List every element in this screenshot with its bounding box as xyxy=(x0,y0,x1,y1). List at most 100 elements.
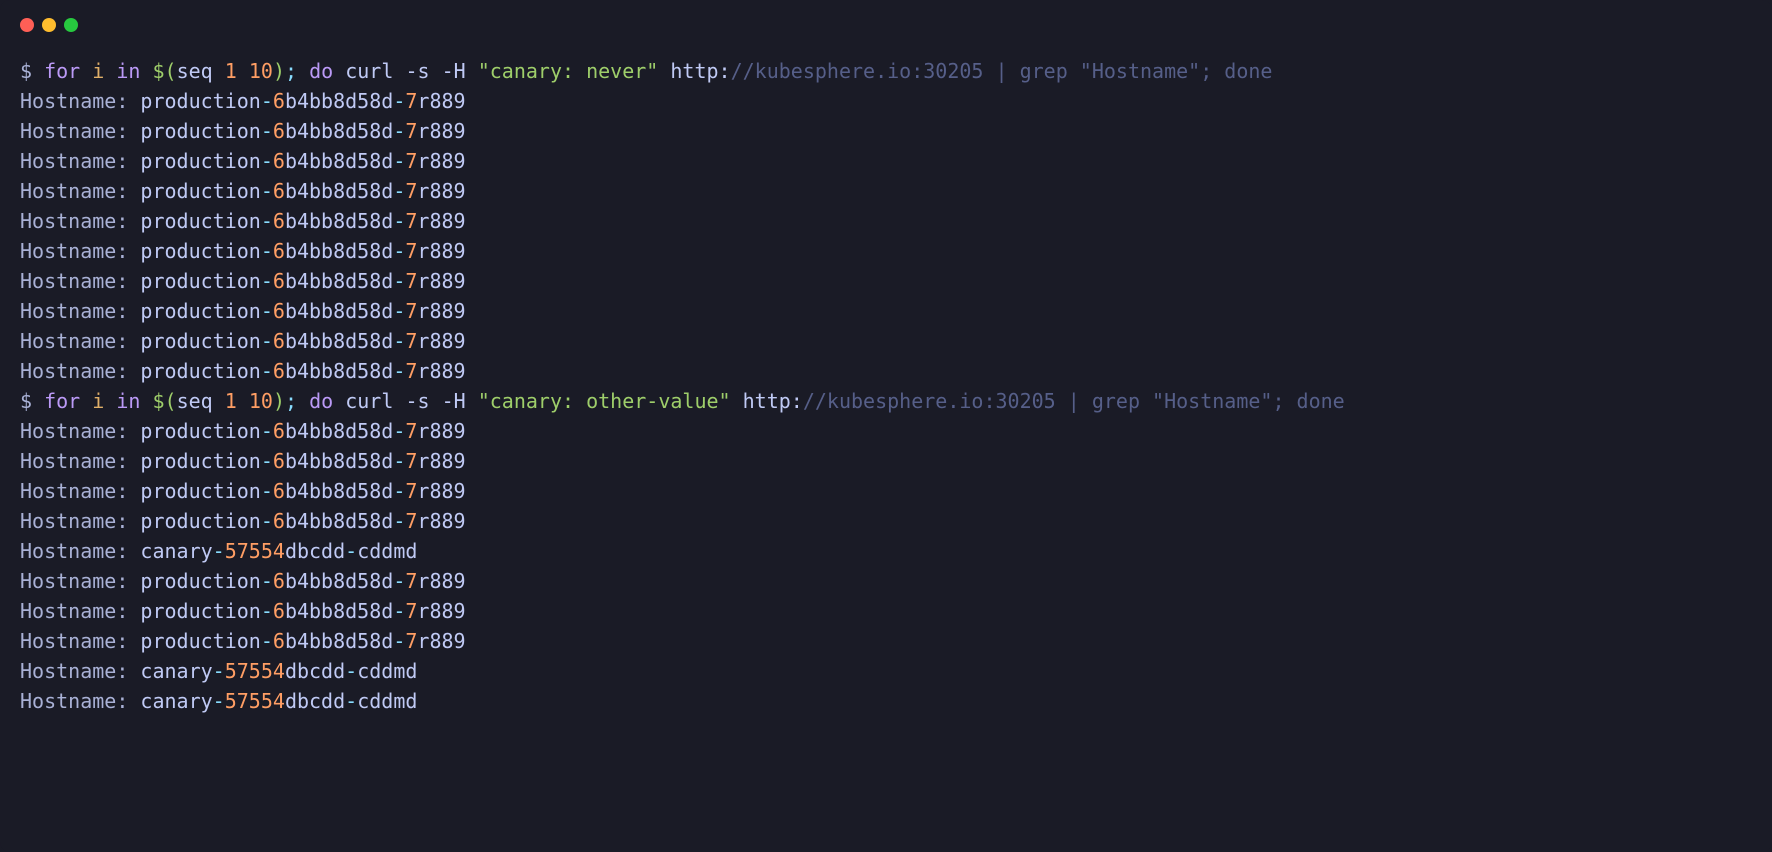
hostname-part: r889 xyxy=(417,629,465,653)
maximize-icon[interactable] xyxy=(64,18,78,32)
hostname-label: Hostname: xyxy=(20,149,140,173)
hostname-part: 6 xyxy=(273,629,285,653)
hostname-part: - xyxy=(261,149,273,173)
hostname-part: 6 xyxy=(273,119,285,143)
close-icon[interactable] xyxy=(20,18,34,32)
cmd-token xyxy=(430,389,442,413)
window-titlebar xyxy=(20,18,1752,32)
output-line: Hostname: production-6b4bb8d58d-7r889 xyxy=(20,266,1752,296)
hostname-label: Hostname: xyxy=(20,239,140,263)
hostname-part: - xyxy=(261,599,273,623)
output-line: Hostname: production-6b4bb8d58d-7r889 xyxy=(20,236,1752,266)
hostname-part: - xyxy=(393,299,405,323)
hostname-part: - xyxy=(261,209,273,233)
hostname-part: production xyxy=(140,599,260,623)
hostname-part: b4bb8d58d xyxy=(285,329,393,353)
hostname-part: dbcdd xyxy=(285,689,345,713)
cmd-token: ; xyxy=(285,59,297,83)
cmd-token: -H xyxy=(442,389,466,413)
hostname-part: 7 xyxy=(405,629,417,653)
output-line: Hostname: production-6b4bb8d58d-7r889 xyxy=(20,506,1752,536)
output-line: Hostname: production-6b4bb8d58d-7r889 xyxy=(20,326,1752,356)
hostname-part: cddmd xyxy=(357,539,417,563)
hostname-part: b4bb8d58d xyxy=(285,269,393,293)
cmd-token xyxy=(430,59,442,83)
hostname-part: 6 xyxy=(273,419,285,443)
hostname-label: Hostname: xyxy=(20,299,140,323)
hostname-part: b4bb8d58d xyxy=(285,119,393,143)
hostname-label: Hostname: xyxy=(20,119,140,143)
hostname-part: 7 xyxy=(405,449,417,473)
hostname-part: - xyxy=(393,419,405,443)
hostname-part: production xyxy=(140,119,260,143)
hostname-part: - xyxy=(393,629,405,653)
hostname-label: Hostname: xyxy=(20,359,140,383)
cmd-token: in xyxy=(116,389,140,413)
hostname-part: - xyxy=(261,329,273,353)
hostname-part: production xyxy=(140,299,260,323)
hostname-part: - xyxy=(393,119,405,143)
hostname-part: 7 xyxy=(405,599,417,623)
cmd-token: ; xyxy=(285,389,297,413)
hostname-part: - xyxy=(393,209,405,233)
hostname-part: - xyxy=(345,659,357,683)
cmd-token: 10 xyxy=(249,389,273,413)
hostname-part: 7 xyxy=(405,359,417,383)
hostname-part: r889 xyxy=(417,479,465,503)
cmd-token: http: xyxy=(731,389,803,413)
hostname-part: production xyxy=(140,419,260,443)
hostname-part: canary xyxy=(140,689,212,713)
cmd-token: 1 xyxy=(225,389,237,413)
hostname-part: - xyxy=(393,479,405,503)
hostname-label: Hostname: xyxy=(20,659,140,683)
cmd-token: for xyxy=(44,389,80,413)
output-line: Hostname: production-6b4bb8d58d-7r889 xyxy=(20,116,1752,146)
cmd-token: "canary: never" xyxy=(478,59,659,83)
output-line: Hostname: production-6b4bb8d58d-7r889 xyxy=(20,626,1752,656)
hostname-part: - xyxy=(261,119,273,143)
hostname-part: r889 xyxy=(417,359,465,383)
hostname-part: - xyxy=(261,269,273,293)
hostname-part: b4bb8d58d xyxy=(285,89,393,113)
hostname-part: - xyxy=(393,509,405,533)
hostname-part: dbcdd xyxy=(285,659,345,683)
cmd-token: http: xyxy=(658,59,730,83)
hostname-part: b4bb8d58d xyxy=(285,149,393,173)
shell-prompt: $ xyxy=(20,59,32,83)
hostname-part: 7 xyxy=(405,179,417,203)
output-line: Hostname: production-6b4bb8d58d-7r889 xyxy=(20,476,1752,506)
cmd-token: seq xyxy=(177,389,225,413)
hostname-part: production xyxy=(140,179,260,203)
minimize-icon[interactable] xyxy=(42,18,56,32)
hostname-part: - xyxy=(261,89,273,113)
shell-prompt: $ xyxy=(20,389,32,413)
hostname-part: 6 xyxy=(273,359,285,383)
hostname-part: - xyxy=(213,539,225,563)
cmd-token: ) xyxy=(273,59,285,83)
hostname-part: r889 xyxy=(417,599,465,623)
hostname-part: production xyxy=(140,359,260,383)
hostname-part: - xyxy=(393,569,405,593)
hostname-part: 7 xyxy=(405,479,417,503)
cmd-token: in xyxy=(116,59,140,83)
hostname-part: - xyxy=(261,569,273,593)
cmd-token xyxy=(466,59,478,83)
hostname-part: 7 xyxy=(405,119,417,143)
hostname-part: r889 xyxy=(417,239,465,263)
hostname-part: b4bb8d58d xyxy=(285,569,393,593)
command-line: $ for i in $(seq 1 10); do curl -s -H "c… xyxy=(20,56,1752,86)
terminal-output[interactable]: $ for i in $(seq 1 10); do curl -s -H "c… xyxy=(20,56,1752,716)
cmd-token xyxy=(80,59,92,83)
hostname-part: b4bb8d58d xyxy=(285,299,393,323)
hostname-part: production xyxy=(140,569,260,593)
hostname-part: r889 xyxy=(417,509,465,533)
hostname-part: r889 xyxy=(417,329,465,353)
output-line: Hostname: canary-57554dbcdd-cddmd xyxy=(20,536,1752,566)
hostname-part: 7 xyxy=(405,299,417,323)
command-line: $ for i in $(seq 1 10); do curl -s -H "c… xyxy=(20,386,1752,416)
hostname-part: - xyxy=(261,419,273,443)
hostname-part: 6 xyxy=(273,329,285,353)
hostname-part: - xyxy=(393,89,405,113)
hostname-part: r889 xyxy=(417,119,465,143)
cmd-token xyxy=(104,389,116,413)
